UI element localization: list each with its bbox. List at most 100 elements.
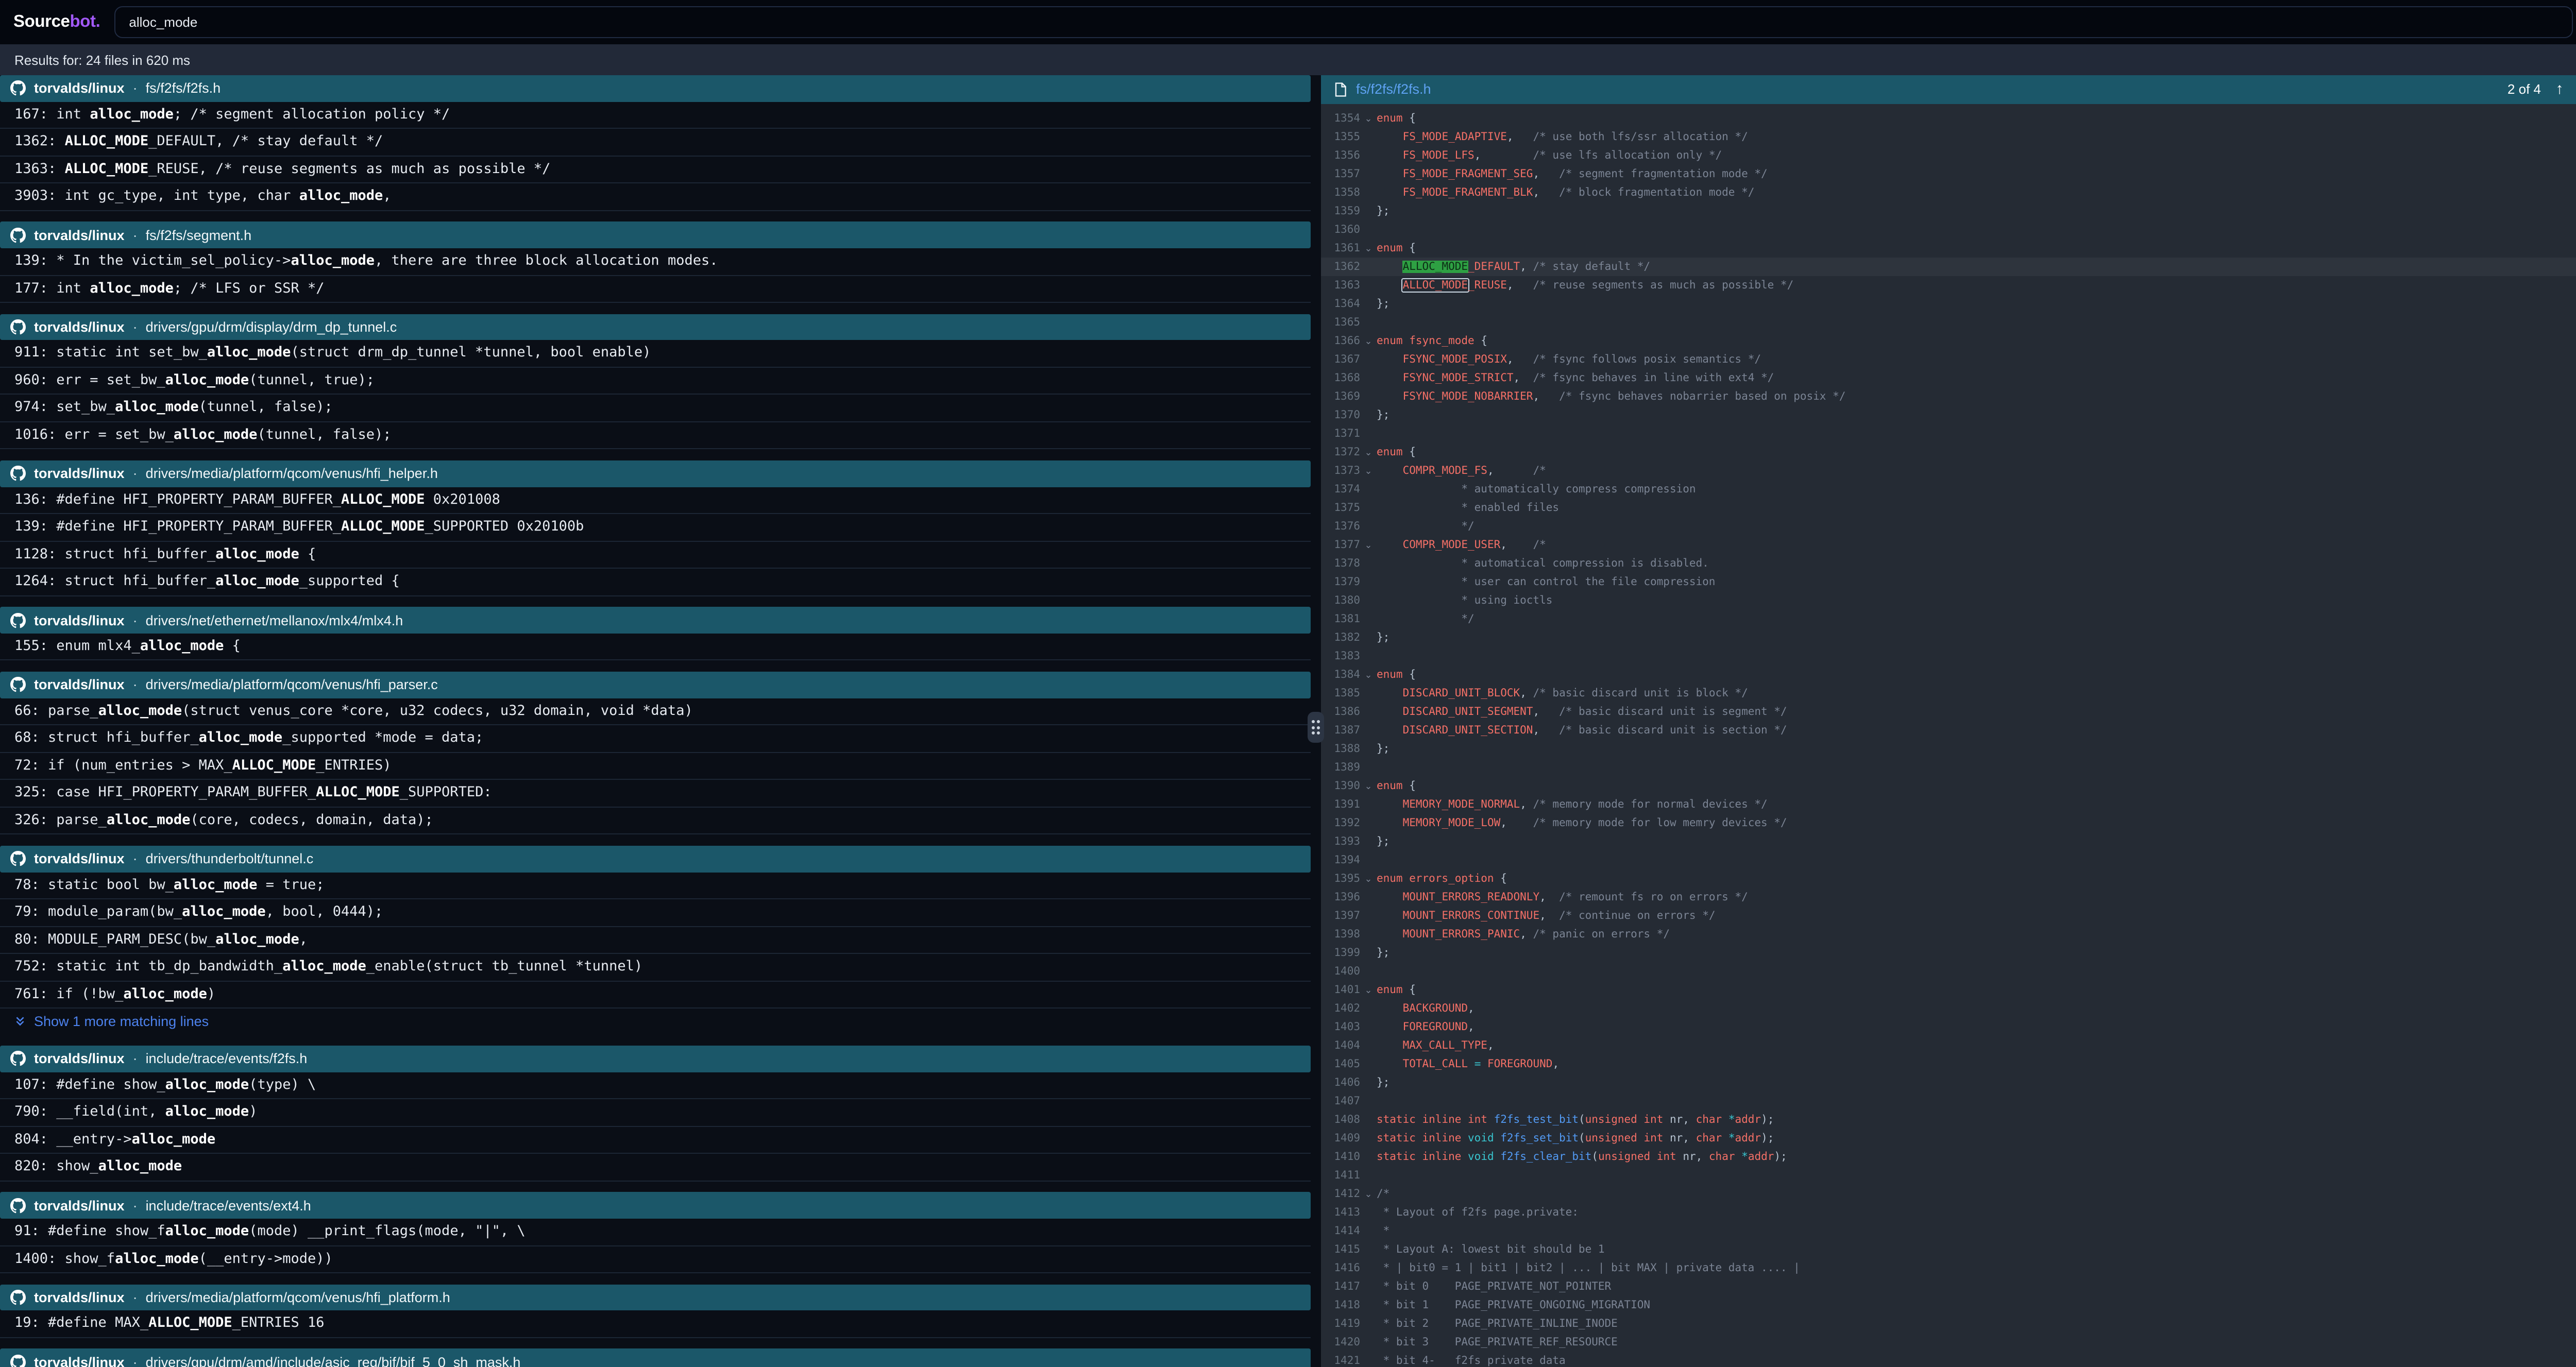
match-row[interactable]: 136: #define HFI_PROPERTY_PARAM_BUFFER_A…: [0, 487, 1311, 514]
line-number[interactable]: 1401: [1321, 980, 1360, 999]
fold-chevron-icon[interactable]: ⌄: [1360, 980, 1377, 999]
line-number[interactable]: 1358: [1321, 183, 1360, 201]
result-file-header[interactable]: torvalds/linux·fs/f2fs/f2fs.h: [0, 75, 1311, 102]
result-file-header[interactable]: torvalds/linux·drivers/gpu/drm/display/d…: [0, 314, 1311, 340]
match-row[interactable]: 1363: ALLOC_MODE_REUSE, /* reuse segment…: [0, 157, 1311, 184]
line-number[interactable]: 1414: [1321, 1221, 1360, 1240]
line-number[interactable]: 1386: [1321, 702, 1360, 721]
match-row[interactable]: 139: #define HFI_PROPERTY_PARAM_BUFFER_A…: [0, 514, 1311, 541]
pane-divider[interactable]: [1311, 75, 1321, 1367]
line-number[interactable]: 1405: [1321, 1054, 1360, 1073]
result-file-header[interactable]: torvalds/linux·drivers/thunderbolt/tunne…: [0, 846, 1311, 873]
line-number[interactable]: 1376: [1321, 517, 1360, 535]
fold-chevron-icon[interactable]: ⌄: [1360, 442, 1377, 461]
result-file-header[interactable]: torvalds/linux·include/trace/events/ext4…: [0, 1192, 1311, 1219]
line-number[interactable]: 1412: [1321, 1184, 1360, 1203]
line-number[interactable]: 1377: [1321, 535, 1360, 554]
result-file-header[interactable]: torvalds/linux·drivers/media/platform/qc…: [0, 460, 1311, 487]
match-row[interactable]: 820: show_alloc_mode: [0, 1154, 1311, 1182]
match-row[interactable]: 66: parse_alloc_mode(struct venus_core *…: [0, 698, 1311, 726]
line-number[interactable]: 1374: [1321, 480, 1360, 498]
match-row[interactable]: 19: #define MAX_ALLOC_MODE_ENTRIES 16: [0, 1311, 1311, 1338]
line-number[interactable]: 1364: [1321, 294, 1360, 313]
fold-chevron-icon[interactable]: ⌄: [1360, 331, 1377, 350]
match-row[interactable]: 107: #define show_alloc_mode(type) \: [0, 1072, 1311, 1100]
match-row[interactable]: 325: case HFI_PROPERTY_PARAM_BUFFER_ALLO…: [0, 780, 1311, 808]
match-row[interactable]: 761: if (!bw_alloc_mode): [0, 981, 1311, 1009]
line-number[interactable]: 1378: [1321, 554, 1360, 572]
line-number[interactable]: 1385: [1321, 684, 1360, 702]
line-number[interactable]: 1366: [1321, 331, 1360, 350]
match-row[interactable]: 3903: int gc_type, int type, char alloc_…: [0, 184, 1311, 211]
line-number[interactable]: 1371: [1321, 424, 1360, 442]
line-number[interactable]: 1355: [1321, 127, 1360, 146]
line-number[interactable]: 1357: [1321, 164, 1360, 183]
grip-dots-icon[interactable]: [1308, 712, 1324, 743]
line-number[interactable]: 1361: [1321, 238, 1360, 257]
search-input[interactable]: [114, 6, 2573, 38]
match-row[interactable]: 911: static int set_bw_alloc_mode(struct…: [0, 340, 1311, 368]
line-number[interactable]: 1363: [1321, 276, 1360, 294]
preview-file-path-link[interactable]: fs/f2fs/f2fs.h: [1356, 82, 1431, 97]
line-number[interactable]: 1375: [1321, 498, 1360, 517]
match-row[interactable]: 1362: ALLOC_MODE_DEFAULT, /* stay defaul…: [0, 129, 1311, 157]
line-number[interactable]: 1407: [1321, 1091, 1360, 1110]
line-number[interactable]: 1370: [1321, 405, 1360, 424]
match-row[interactable]: 91: #define show_falloc_mode(mode) __pri…: [0, 1219, 1311, 1246]
line-number[interactable]: 1400: [1321, 962, 1360, 980]
line-number[interactable]: 1380: [1321, 591, 1360, 609]
fold-chevron-icon[interactable]: ⌄: [1360, 1184, 1377, 1203]
line-number[interactable]: 1368: [1321, 368, 1360, 387]
line-number[interactable]: 1408: [1321, 1110, 1360, 1129]
sourcebot-logo[interactable]: Sourcebot.: [13, 12, 100, 32]
line-number[interactable]: 1415: [1321, 1240, 1360, 1258]
line-number[interactable]: 1388: [1321, 739, 1360, 758]
line-number[interactable]: 1382: [1321, 628, 1360, 646]
match-row[interactable]: 177: int alloc_mode; /* LFS or SSR */: [0, 276, 1311, 303]
match-row[interactable]: 974: set_bw_alloc_mode(tunnel, false);: [0, 395, 1311, 422]
match-row[interactable]: 790: __field(int, alloc_mode): [0, 1100, 1311, 1127]
show-more-link[interactable]: Show 1 more matching lines: [0, 1009, 1311, 1035]
match-row[interactable]: 326: parse_alloc_mode(core, codecs, doma…: [0, 808, 1311, 835]
match-row[interactable]: 72: if (num_entries > MAX_ALLOC_MODE_ENT…: [0, 753, 1311, 780]
line-number[interactable]: 1379: [1321, 572, 1360, 591]
line-number[interactable]: 1391: [1321, 795, 1360, 813]
line-number[interactable]: 1411: [1321, 1166, 1360, 1184]
line-number[interactable]: 1354: [1321, 109, 1360, 127]
match-row[interactable]: 1264: struct hfi_buffer_alloc_mode_suppo…: [0, 569, 1311, 596]
line-number[interactable]: 1383: [1321, 646, 1360, 665]
line-number[interactable]: 1413: [1321, 1203, 1360, 1221]
line-number[interactable]: 1367: [1321, 350, 1360, 368]
line-number[interactable]: 1416: [1321, 1258, 1360, 1277]
match-row[interactable]: 139: * In the victim_sel_policy->alloc_m…: [0, 248, 1311, 276]
fold-chevron-icon[interactable]: ⌄: [1360, 535, 1377, 554]
match-row[interactable]: 78: static bool bw_alloc_mode = true;: [0, 872, 1311, 899]
line-number[interactable]: 1393: [1321, 832, 1360, 850]
result-file-header[interactable]: torvalds/linux·drivers/gpu/drm/amd/inclu…: [0, 1349, 1311, 1367]
line-number[interactable]: 1417: [1321, 1277, 1360, 1295]
result-file-header[interactable]: torvalds/linux·drivers/media/platform/qc…: [0, 672, 1311, 698]
line-number[interactable]: 1359: [1321, 201, 1360, 220]
line-number[interactable]: 1402: [1321, 999, 1360, 1017]
line-number[interactable]: 1390: [1321, 776, 1360, 795]
line-number[interactable]: 1403: [1321, 1017, 1360, 1036]
line-number[interactable]: 1421: [1321, 1351, 1360, 1367]
line-number[interactable]: 1397: [1321, 906, 1360, 925]
line-number[interactable]: 1418: [1321, 1295, 1360, 1314]
match-row[interactable]: 804: __entry->alloc_mode: [0, 1127, 1311, 1154]
fold-chevron-icon[interactable]: ⌄: [1360, 109, 1377, 127]
line-number[interactable]: 1384: [1321, 665, 1360, 684]
fold-chevron-icon[interactable]: ⌄: [1360, 665, 1377, 684]
match-row[interactable]: 960: err = set_bw_alloc_mode(tunnel, tru…: [0, 368, 1311, 395]
arrow-up-icon[interactable]: ↑: [2550, 82, 2569, 97]
line-number[interactable]: 1365: [1321, 313, 1360, 331]
line-number[interactable]: 1360: [1321, 220, 1360, 238]
result-file-header[interactable]: torvalds/linux·fs/f2fs/segment.h: [0, 222, 1311, 249]
line-number[interactable]: 1419: [1321, 1314, 1360, 1332]
line-number[interactable]: 1420: [1321, 1332, 1360, 1351]
match-row[interactable]: 155: enum mlx4_alloc_mode {: [0, 634, 1311, 661]
match-row[interactable]: 752: static int tb_dp_bandwidth_alloc_mo…: [0, 954, 1311, 981]
line-number[interactable]: 1395: [1321, 869, 1360, 887]
fold-chevron-icon[interactable]: ⌄: [1360, 776, 1377, 795]
line-number[interactable]: 1394: [1321, 850, 1360, 869]
